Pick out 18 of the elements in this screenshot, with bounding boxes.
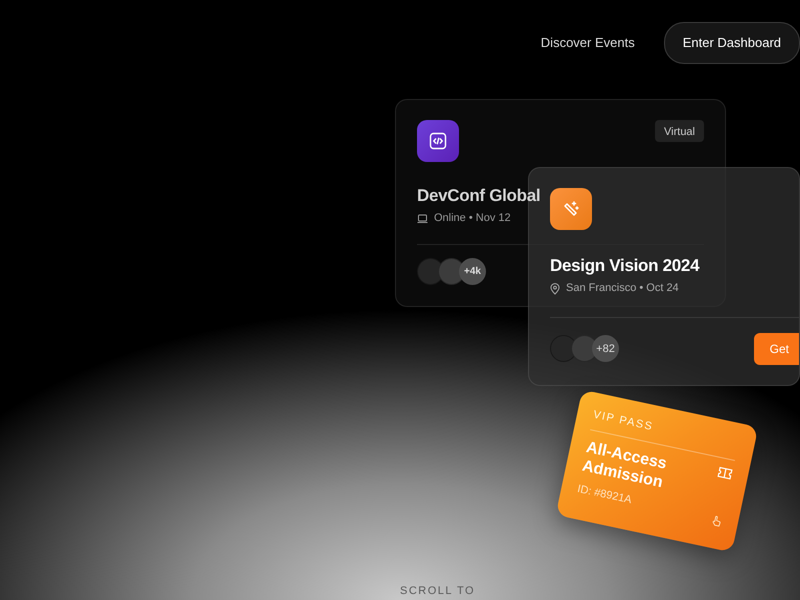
laptop-icon <box>417 214 428 224</box>
location-pin-icon <box>550 282 560 295</box>
design-app-icon <box>550 188 592 230</box>
code-app-icon <box>417 120 459 162</box>
attendee-count: +4k <box>459 258 486 285</box>
scroll-hint: SCROLL TO <box>400 584 476 599</box>
event-tag: Virtual <box>655 120 704 142</box>
pass-id: ID: #8921A <box>576 482 633 508</box>
pointer-hand-icon <box>710 515 723 528</box>
ticket-icon <box>717 465 734 480</box>
event-meta: Online • Nov 12 <box>434 211 511 226</box>
event-title: Design Vision 2024 <box>550 256 700 276</box>
event-meta: San Francisco • Oct 24 <box>566 281 679 296</box>
attendee-count: +82 <box>592 335 619 362</box>
nav-link[interactable]: Discover Events <box>540 33 635 52</box>
pass-label: VIP PASS <box>592 408 655 436</box>
event-title: DevConf Global <box>417 186 542 206</box>
dashboard-button[interactable]: Enter Dashboard <box>664 22 800 64</box>
